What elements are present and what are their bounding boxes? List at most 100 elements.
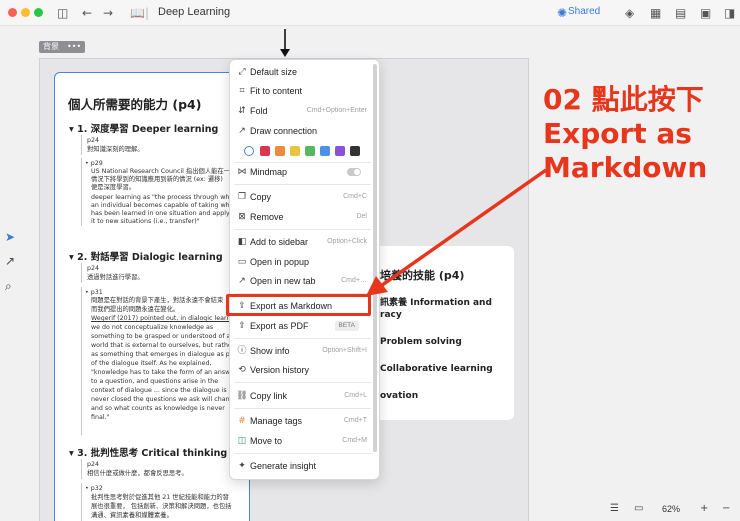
export-icon: ⇪: [238, 321, 246, 331]
settings-sliders-icon[interactable]: ☰: [610, 503, 619, 514]
fold-icon: ⇵: [238, 106, 246, 116]
color-swatch-yellow[interactable]: [290, 146, 300, 156]
layout-icon[interactable]: ▣: [700, 5, 711, 21]
menu-shortcut: Option+Shift+I: [322, 347, 367, 354]
skill-item: Problem solving: [380, 337, 462, 347]
menu-item-default-size[interactable]: ⤢ Default size: [230, 64, 373, 80]
menu-item-label: Mindmap: [250, 167, 288, 177]
menu-item-move-to[interactable]: ◫ Move to Cmd+M: [230, 433, 373, 449]
minimap-icon[interactable]: ▭: [634, 503, 643, 514]
color-swatch-red[interactable]: [260, 146, 270, 156]
annotation-line: 02 點此按下: [543, 83, 704, 116]
text-line: world that is external to ourselves, but…: [91, 342, 235, 349]
menu-item-label: Export as PDF: [250, 321, 309, 331]
annotation-line: Markdown: [543, 151, 708, 184]
menu-item-manage-tags[interactable]: # Manage tags Cmd+T: [230, 413, 373, 429]
menu-item-generate-insight[interactable]: ✦ Generate insight: [230, 458, 373, 474]
menu-shortcut: Cmd+M: [342, 437, 367, 444]
text-line: 而我們提出的問題永遠在變化。: [91, 306, 180, 313]
menu-item-remove[interactable]: ⊠ Remove Del: [230, 209, 373, 225]
popup-icon: ▭: [237, 257, 247, 267]
right-sidebar-icon[interactable]: ◨: [724, 5, 735, 21]
section-chip[interactable]: 背景 •••: [39, 41, 86, 53]
menu-item-version-history[interactable]: ⟲ Version history: [230, 362, 373, 378]
menu-separator: [234, 184, 371, 185]
menu-shortcut: Cmd+C: [343, 193, 367, 200]
menu-item-copy[interactable]: ❐ Copy Cmd+C: [230, 189, 373, 205]
menu-item-open-in-popup[interactable]: ▭ Open in popup: [230, 254, 373, 270]
menu-item-label: Remove: [250, 212, 284, 222]
menu-separator: [234, 408, 371, 409]
mindmap-toggle[interactable]: [347, 168, 361, 176]
text-line: p24: [87, 461, 100, 468]
menu-separator: [234, 229, 371, 230]
grid-icon[interactable]: ▤: [675, 5, 686, 21]
zoom-level[interactable]: 62%: [662, 504, 680, 514]
book-icon: ◫: [237, 436, 247, 446]
menu-item-export-as-pdf[interactable]: ⇪ Export as PDF BETA: [230, 318, 373, 334]
beta-badge: BETA: [334, 321, 359, 331]
menu-separator: [234, 382, 371, 383]
menu-item-label: Move to: [250, 436, 283, 446]
menu-item-label: Open in new tab: [250, 276, 316, 286]
mindmap-icon: ⋈: [237, 167, 247, 177]
menu-item-label: Default size: [250, 67, 298, 77]
menu-item-mindmap[interactable]: ⋈ Mindmap: [230, 164, 373, 180]
color-swatch-green[interactable]: [305, 146, 315, 156]
context-menu: ⤢ Default size ⌗ Fit to content ⇵ Fold Cmd+O…: [229, 59, 380, 480]
sidebar-toggle-icon[interactable]: ◫: [57, 5, 68, 21]
menu-item-copy-link[interactable]: ⛓ Copy link Cmd+L: [230, 388, 373, 404]
color-swatch-blue[interactable]: [320, 146, 330, 156]
indent-bar: [81, 158, 82, 226]
new-tab-icon: ↗: [238, 276, 246, 286]
color-swatch-purple[interactable]: [335, 146, 345, 156]
layers-icon[interactable]: ◈: [625, 5, 634, 21]
indent-bar: [81, 483, 82, 521]
color-swatch-orange[interactable]: [275, 146, 285, 156]
bullet-line: • p32: [85, 485, 103, 492]
more-icon[interactable]: •••: [67, 42, 81, 51]
menu-item-label: Manage tags: [250, 416, 303, 426]
text-line: 批判性思考對於促進其他 21 世紀技能和能力的發: [91, 494, 229, 501]
left-tool-rail: ➤ ↗ ⌕: [0, 26, 22, 521]
menu-item-add-to-sidebar[interactable]: ◧ Add to sidebar Option+Click: [230, 234, 373, 250]
menu-item-fold[interactable]: ⇵ Fold Cmd+Option+Enter: [230, 103, 373, 119]
zoom-out-icon[interactable]: −: [722, 503, 730, 514]
text-line: something to be grasped or understood of…: [91, 333, 231, 340]
menu-item-fit-to-content[interactable]: ⌗ Fit to content: [230, 83, 373, 99]
connector-tool-icon[interactable]: ↗: [5, 254, 15, 268]
search-icon[interactable]: ⌕: [5, 279, 12, 294]
back-arrow-icon[interactable]: ←: [82, 5, 92, 21]
shared-icon[interactable]: ✺: [557, 5, 567, 21]
menu-item-label: Show info: [250, 346, 290, 356]
shared-button[interactable]: Shared: [568, 6, 600, 17]
window-maximize-button[interactable]: [34, 8, 43, 17]
menu-item-label: Copy link: [250, 391, 288, 401]
info-icon: ⓘ: [237, 346, 247, 356]
text-line: never closed the questions we ask will c…: [91, 396, 234, 403]
menu-item-draw-connection[interactable]: ↗ Draw connection: [230, 123, 373, 139]
forward-arrow-icon[interactable]: →: [103, 5, 113, 21]
zoom-in-icon[interactable]: +: [700, 503, 708, 514]
menu-scrollbar[interactable]: [373, 64, 377, 452]
calendar-icon[interactable]: ▦: [650, 5, 661, 21]
fit-content-icon: ⌗: [239, 86, 245, 96]
color-swatch-black[interactable]: [350, 146, 360, 156]
card-skills[interactable]: 培養的技能 (p4) 訊素養 Information and racy Prob…: [362, 246, 514, 420]
card-abilities[interactable]: 個人所需要的能力 (p4) ▾ 1. 深度學習 Deeper learning …: [54, 72, 250, 521]
text-line: "knowledge has to take the form of an an…: [91, 369, 235, 376]
pointer-tool-icon[interactable]: ➤: [5, 230, 15, 244]
menu-item-label: Copy: [250, 192, 272, 202]
default-size-icon: ⤢: [238, 67, 246, 77]
text-line: Wegerif (2017) pointed out, in dialogic …: [91, 315, 237, 322]
link-icon: ⛓: [236, 391, 248, 401]
color-swatch-white[interactable]: [244, 146, 254, 156]
menu-item-label: Fold: [250, 106, 268, 116]
annotation-line: Export as: [543, 117, 692, 150]
window-close-button[interactable]: [8, 8, 17, 17]
remove-icon: ⊠: [238, 212, 246, 222]
menu-item-open-in-new-tab[interactable]: ↗ Open in new tab Cmd+…: [230, 273, 373, 289]
menu-item-show-info[interactable]: ⓘ Show info Option+Shift+I: [230, 343, 373, 359]
text-line: 透過對話進行學習。: [87, 274, 144, 281]
window-minimize-button[interactable]: [21, 8, 30, 17]
